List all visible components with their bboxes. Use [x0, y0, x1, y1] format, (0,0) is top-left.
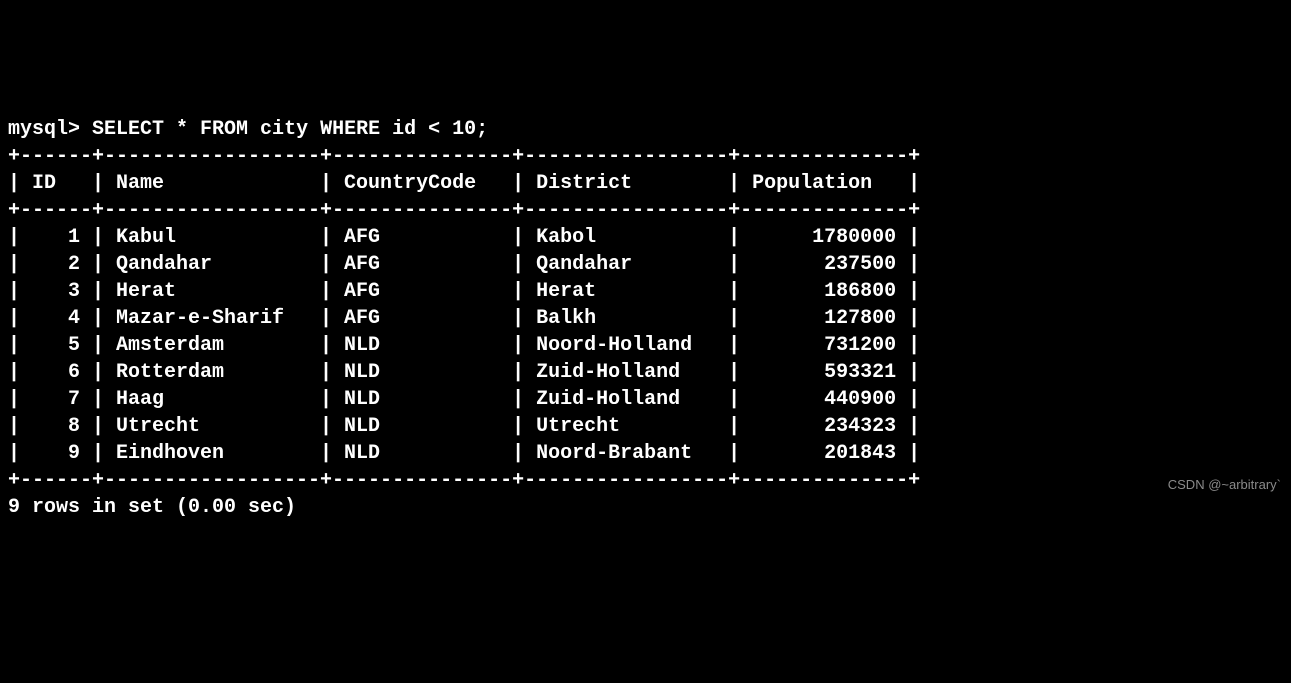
mysql-prompt: mysql>: [8, 118, 80, 141]
terminal-output: mysql> SELECT * FROM city WHERE id < 10;…: [8, 116, 1283, 521]
table-header-row: | ID | Name | CountryCode | District | P…: [8, 172, 920, 195]
table-border-top: +------+------------------+-------------…: [8, 145, 920, 168]
table-border-bottom: +------+------------------+-------------…: [8, 469, 920, 492]
watermark-text: CSDN @~arbitrary`: [1168, 476, 1281, 494]
table-border-mid: +------+------------------+-------------…: [8, 199, 920, 222]
sql-query: SELECT * FROM city WHERE id < 10;: [92, 118, 488, 141]
table-data-rows: | 1 | Kabul | AFG | Kabol | 1780000 | | …: [8, 226, 920, 465]
result-summary: 9 rows in set (0.00 sec): [8, 496, 296, 519]
